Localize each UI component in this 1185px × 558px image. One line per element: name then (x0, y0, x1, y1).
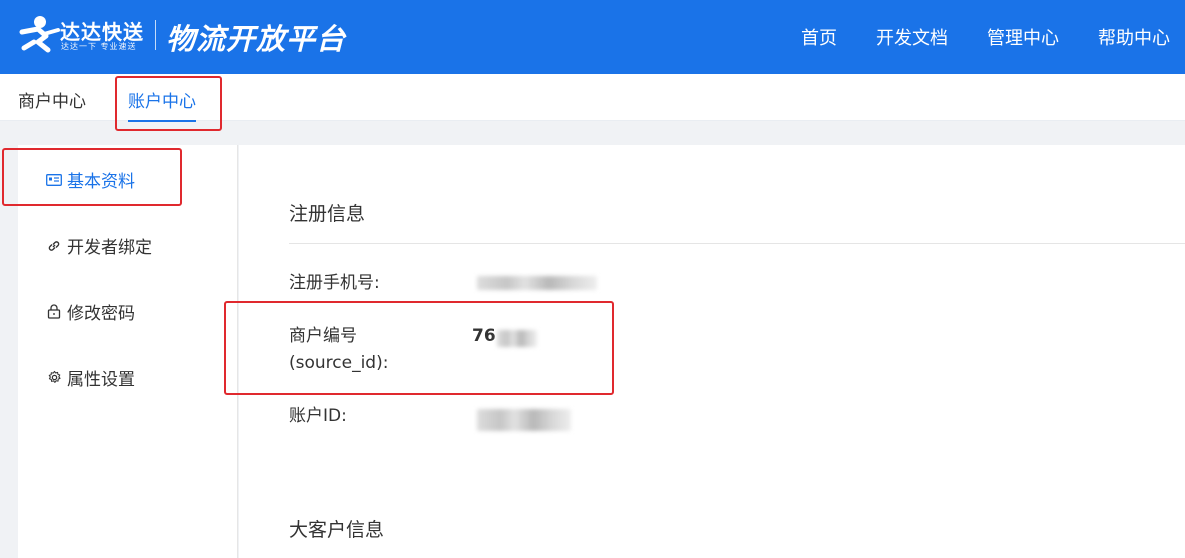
big-customer-info-title: 大客户信息 (289, 519, 385, 541)
sidebar-item-basic-info[interactable]: 基本资料 (44, 167, 135, 192)
tab-merchant-center[interactable]: 商户中心 (18, 87, 86, 112)
nav-home[interactable]: 首页 (801, 24, 837, 50)
sub-nav: 商户中心 账户中心 (0, 74, 1185, 122)
sidebar-item-label: 属性设置 (67, 370, 135, 390)
sidebar-item-label: 修改密码 (67, 304, 135, 324)
main-content: 注册信息 注册手机号: 商户编号 (source_id): 76 账户ID: 大… (239, 145, 1185, 558)
sidebar-item-label: 基本资料 (67, 172, 135, 192)
platform-title: 物流开放平台 (166, 22, 347, 56)
merchant-id-label-line1: 商户编号 (289, 326, 357, 346)
dada-runner-logo-icon[interactable] (16, 12, 66, 56)
nav-help-center[interactable]: 帮助中心 (1098, 24, 1170, 50)
registration-info-title: 注册信息 (289, 203, 366, 225)
tab-account-center[interactable]: 账户中心 (128, 87, 196, 122)
account-id-label: 账户ID: (289, 406, 347, 426)
brand-slogan: 达达一下 专业速送 (61, 42, 137, 51)
id-card-icon (44, 170, 64, 190)
sidebar-item-developer-binding[interactable]: 开发者绑定 (44, 233, 152, 258)
merchant-id-value: 76 (472, 326, 496, 346)
sidebar-item-change-password[interactable]: 修改密码 (44, 299, 135, 324)
gear-icon (44, 368, 64, 388)
merchant-id-label-line2: (source_id): (289, 353, 389, 373)
top-nav: 首页 开发文档 管理中心 帮助中心 (784, 0, 1185, 74)
sidebar: 基本资料 开发者绑定 修改密码 属性设置 (18, 145, 238, 558)
top-header: 达达快送 达达一下 专业速送 物流开放平台 首页 开发文档 管理中心 帮助中心 (0, 0, 1185, 74)
sidebar-item-label: 开发者绑定 (67, 238, 152, 258)
merchant-id-value-redacted (497, 330, 537, 347)
sidebar-item-property-settings[interactable]: 属性设置 (44, 365, 135, 390)
brand-divider (155, 20, 156, 50)
nav-management-center[interactable]: 管理中心 (987, 24, 1059, 50)
section-divider (289, 243, 1185, 244)
phone-label: 注册手机号: (289, 273, 380, 293)
account-id-value-redacted (477, 409, 571, 431)
merchant-id-label: 商户编号 (source_id): (289, 323, 388, 377)
phone-value-redacted (477, 276, 597, 290)
lock-icon (44, 302, 64, 322)
nav-dev-docs[interactable]: 开发文档 (876, 24, 948, 50)
link-icon (44, 236, 64, 256)
